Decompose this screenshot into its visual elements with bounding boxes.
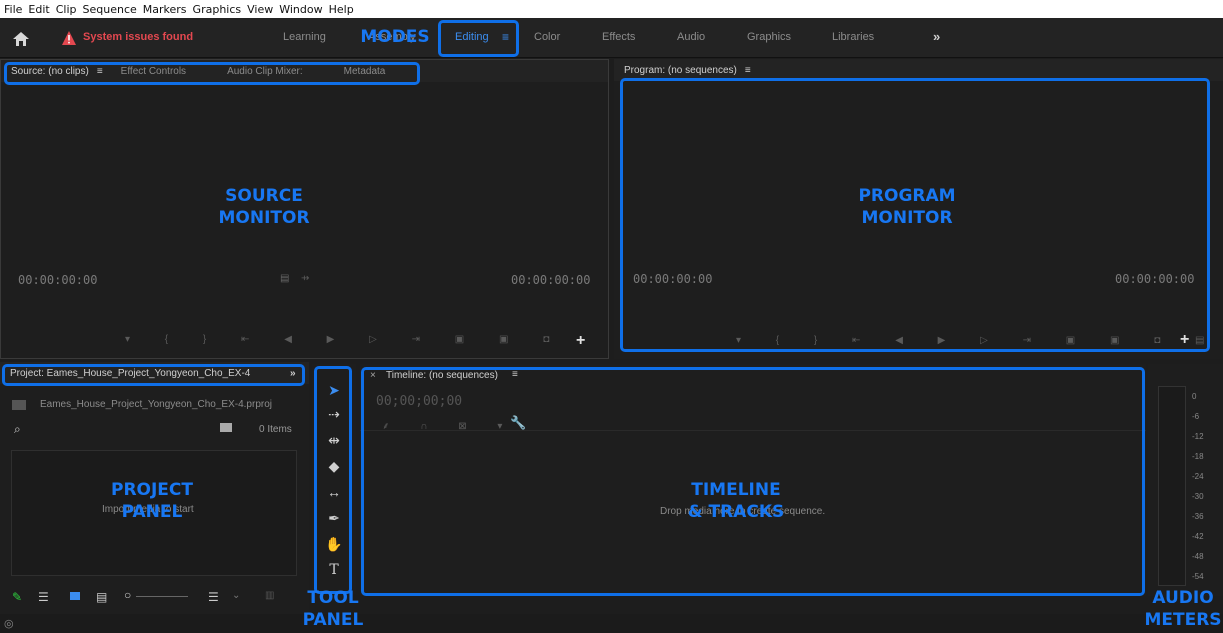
workspace-color[interactable]: Color: [534, 31, 560, 43]
new-bin-icon[interactable]: [220, 423, 232, 432]
project-search-input[interactable]: [28, 420, 208, 436]
menu-markers[interactable]: Markers: [143, 3, 187, 16]
source-timecode-duration: 00:00:00:00: [511, 273, 591, 287]
meter-scale-label: -48: [1192, 552, 1204, 561]
annotation-tool-line1: TOOL: [307, 588, 359, 608]
annotation-audio-line1: AUDIO: [1152, 588, 1214, 608]
meter-scale-label: 0: [1192, 392, 1197, 401]
project-item-count: 0 Items: [259, 424, 292, 435]
source-settings-icon[interactable]: ▤: [280, 273, 289, 284]
annotation-project-line2: PANEL: [121, 502, 183, 522]
workspace-graphics[interactable]: Graphics: [747, 31, 791, 43]
meter-scale-label: -24: [1192, 472, 1204, 481]
annotation-source-line1: SOURCE: [225, 186, 303, 206]
icon-view-icon[interactable]: [70, 592, 80, 600]
source-add-button[interactable]: +: [576, 332, 585, 350]
annotation-program-line2: MONITOR: [861, 208, 953, 228]
home-icon[interactable]: [12, 31, 30, 47]
audio-meters: 0 -6 -12 -18 -24 -30 -36 -42 -48 -54: [1148, 364, 1223, 596]
audio-meter-bar: [1158, 386, 1186, 586]
tab-program[interactable]: Program: (no sequences): [624, 65, 737, 76]
program-menu-icon[interactable]: ≡: [745, 65, 751, 76]
menu-bar: File Edit Clip Sequence Markers Graphics…: [0, 0, 1223, 18]
status-icon[interactable]: ◎: [4, 617, 14, 630]
pencil-icon[interactable]: ✎: [12, 590, 22, 604]
annotation-project-line1: PROJECT: [110, 480, 193, 500]
meter-scale-label: -54: [1192, 572, 1204, 581]
tool-panel-highlight: [314, 366, 352, 594]
project-file-icon: [12, 400, 26, 410]
meter-scale-label: -12: [1192, 432, 1204, 441]
menu-window[interactable]: Window: [279, 3, 322, 16]
menu-clip[interactable]: Clip: [56, 3, 77, 16]
annotation-source-line2: MONITOR: [218, 208, 310, 228]
workspace-libraries[interactable]: Libraries: [832, 31, 874, 43]
warning-icon[interactable]: [61, 30, 77, 46]
menu-file[interactable]: File: [4, 3, 22, 16]
meter-scale-label: -18: [1192, 452, 1204, 461]
sort-dropdown-icon[interactable]: ⌄: [232, 590, 240, 601]
search-icon[interactable]: ⌕: [14, 422, 21, 437]
workspace-audio[interactable]: Audio: [677, 31, 705, 43]
menu-edit[interactable]: Edit: [28, 3, 49, 16]
project-tab-highlight: [2, 364, 305, 386]
annotation-timeline-line2: & TRACKS: [687, 502, 785, 522]
zoom-slider-handle[interactable]: ○: [124, 588, 131, 602]
list-view-icon[interactable]: ☰: [38, 590, 49, 604]
workspace-overflow-icon[interactable]: »: [933, 29, 940, 44]
meter-scale-label: -30: [1192, 492, 1204, 501]
zoom-slider-track[interactable]: [136, 596, 188, 597]
menu-graphics[interactable]: Graphics: [193, 3, 242, 16]
workspace-learning[interactable]: Learning: [283, 31, 326, 43]
menu-sequence[interactable]: Sequence: [83, 3, 137, 16]
source-insert-icon[interactable]: ⇸: [301, 273, 309, 284]
meter-scale-label: -36: [1192, 512, 1204, 521]
menu-view[interactable]: View: [247, 3, 273, 16]
annotation-program-line1: PROGRAM: [858, 186, 956, 206]
status-bar: ◎: [0, 614, 1223, 633]
annotation-tool-line2: PANEL: [302, 610, 364, 630]
automate-icon[interactable]: ▥: [265, 590, 274, 601]
meter-scale-label: -6: [1192, 412, 1200, 421]
workspace-header: System issues found Learning Assembly Ed…: [0, 18, 1223, 58]
source-tabs-highlight: [4, 62, 420, 85]
annotation-modes: MODES: [360, 27, 430, 47]
freeform-view-icon[interactable]: ▤: [96, 590, 107, 604]
source-transport-controls[interactable]: ▾ { } ⇤ ◀ ▶ ▷ ⇥ ▣ ▣ ◘: [125, 334, 565, 345]
modes-highlight: [438, 20, 519, 57]
source-timecode-current[interactable]: 00:00:00:00: [18, 273, 97, 287]
workspace-effects[interactable]: Effects: [602, 31, 635, 43]
meter-scale-label: -42: [1192, 532, 1204, 541]
annotation-timeline-line1: TIMELINE: [691, 480, 781, 500]
project-file-name: Eames_House_Project_Yongyeon_Cho_EX-4.pr…: [40, 399, 273, 410]
system-issues-text[interactable]: System issues found: [83, 31, 193, 43]
annotation-audio-line2: METERS: [1144, 610, 1222, 630]
menu-help[interactable]: Help: [329, 3, 354, 16]
sort-icon[interactable]: ☰: [208, 590, 219, 604]
